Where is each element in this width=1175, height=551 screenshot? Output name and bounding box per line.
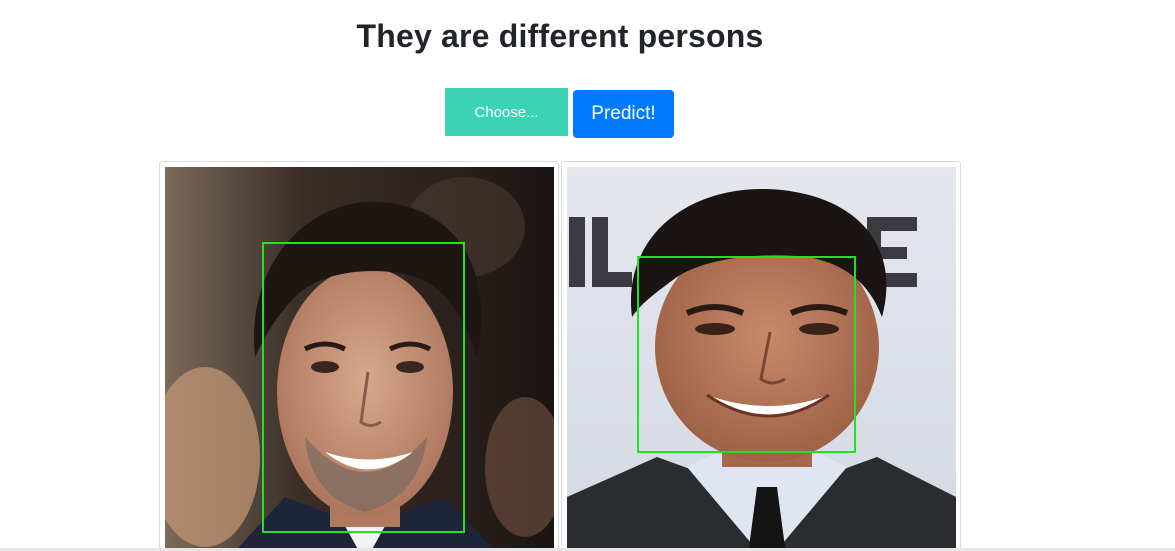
- page-title: They are different persons: [356, 18, 764, 54]
- choose-file-button[interactable]: Choose...: [445, 88, 568, 136]
- right-face-photo: [567, 167, 956, 551]
- face-detection-box-right: [637, 256, 856, 453]
- page: They are different persons Choose... Pre…: [0, 0, 1175, 551]
- image-card-left: [159, 161, 559, 551]
- image-card-right: [561, 161, 961, 551]
- left-face-photo: [165, 167, 554, 551]
- predict-button[interactable]: Predict!: [573, 90, 674, 138]
- face-detection-box-left: [262, 242, 465, 533]
